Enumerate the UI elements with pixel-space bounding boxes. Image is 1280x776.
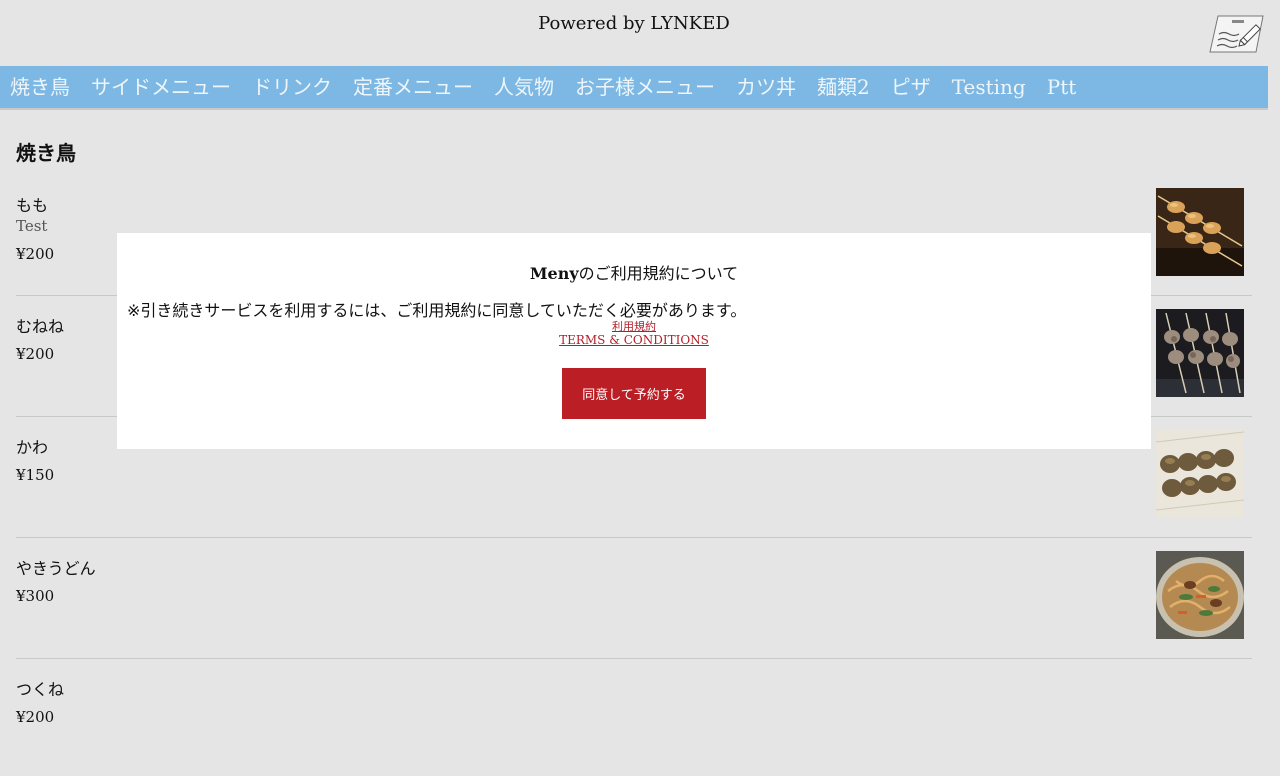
category-nav: 焼き鳥 サイドメニュー ドリンク 定番メニュー 人気物 お子様メニュー カツ丼 … (0, 66, 1268, 110)
menu-item[interactable]: つくね ¥200 (16, 660, 1252, 776)
yakitori-mune-photo[interactable] (1156, 309, 1244, 397)
nav-item-ptt[interactable]: Ptt (1047, 65, 1077, 109)
item-price: ¥200 (16, 345, 55, 363)
notepad-pencil-icon[interactable] (1209, 14, 1265, 54)
nav-item-katsudon[interactable]: カツ丼 (736, 65, 796, 109)
item-price: ¥150 (16, 466, 55, 484)
yakitori-kawa-photo[interactable] (1156, 430, 1244, 518)
yaki-udon-photo[interactable] (1156, 551, 1244, 639)
agree-reserve-button[interactable]: 同意して予約する (562, 368, 706, 419)
item-name: やきうどん (16, 559, 96, 578)
section-title: 焼き鳥 (16, 141, 76, 165)
nav-item-drink[interactable]: ドリンク (252, 65, 332, 109)
nav-item-standard-menu[interactable]: 定番メニュー (353, 65, 473, 109)
yakitori-momo-photo[interactable] (1156, 188, 1244, 276)
nav-item-kids-menu[interactable]: お子様メニュー (575, 65, 715, 109)
modal-title-brand: Meny (529, 264, 579, 283)
powered-by-text: Powered by LYNKED (538, 13, 730, 34)
nav-item-popular[interactable]: 人気物 (494, 65, 554, 109)
nav-item-side-menu[interactable]: サイドメニュー (91, 65, 231, 109)
terms-modal: Menyのご利用規約について ※引き続きサービスを利用するには、ご利用規約に同意… (117, 233, 1151, 449)
item-price: ¥200 (16, 245, 55, 263)
terms-link-jp[interactable]: 利用規約 (117, 318, 1151, 334)
nav-item-testing[interactable]: Testing (952, 65, 1026, 109)
modal-title-text: のご利用規約について (578, 264, 739, 283)
modal-title: Menyのご利用規約について (117, 260, 1151, 284)
nav-item-noodles2[interactable]: 麺類2 (817, 65, 870, 109)
item-name: つくね (16, 680, 65, 699)
item-price: ¥300 (16, 587, 55, 605)
item-name: もも (16, 196, 49, 215)
page: Powered by LYNKED 焼き鳥 サイドメニュー ドリンク 定番メニュ… (0, 0, 1280, 776)
item-price: ¥200 (16, 708, 55, 726)
item-name: かわ (16, 438, 49, 457)
terms-link-en[interactable]: TERMS & CONDITIONS (117, 333, 1151, 347)
menu-item[interactable]: やきうどん ¥300 (16, 539, 1252, 659)
nav-item-yakitori[interactable]: 焼き鳥 (10, 65, 70, 109)
header: Powered by LYNKED (0, 0, 1280, 66)
nav-item-pizza[interactable]: ピザ (891, 65, 931, 109)
item-description: Test (16, 217, 48, 235)
item-name: むねね (16, 317, 65, 336)
